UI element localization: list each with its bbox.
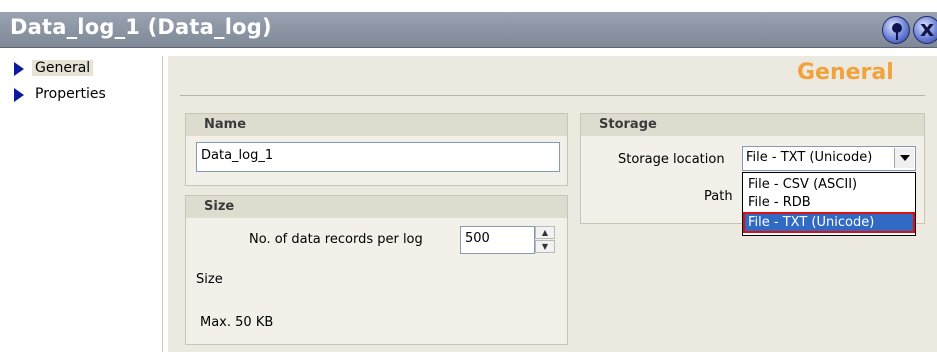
storage-location-select[interactable]: File - TXT (Unicode) <box>742 146 916 171</box>
size-label: Size <box>196 272 223 287</box>
arrow-right-icon <box>14 88 24 102</box>
nav-item-label: Properties <box>35 86 106 102</box>
name-input[interactable]: Data_log_1 <box>196 142 560 172</box>
nav-item-label: General <box>32 60 94 76</box>
dropdown-option-rdb[interactable]: File - RDB <box>745 194 913 211</box>
spin-up-icon[interactable]: ▲ <box>535 226 555 239</box>
section-title: General <box>797 60 894 85</box>
records-per-log-input[interactable]: 500 <box>460 226 535 254</box>
storage-location-label: Storage location <box>618 152 725 167</box>
name-group-header: Name <box>186 114 567 136</box>
storage-location-dropdown[interactable]: File - CSV (ASCII) File - RDB File - TXT… <box>742 172 916 236</box>
max-size-text: Max. 50 KB <box>200 315 274 330</box>
section-divider <box>180 95 925 96</box>
size-group-header: Size <box>186 196 567 218</box>
chevron-down-icon[interactable] <box>894 148 914 168</box>
storage-group-header: Storage <box>581 114 924 136</box>
close-icon[interactable]: x <box>913 16 937 44</box>
navigation-tree: General Properties <box>8 56 163 352</box>
arrow-right-icon <box>14 62 24 76</box>
dropdown-option-txt-unicode[interactable]: File - TXT (Unicode) <box>743 212 915 233</box>
dropdown-option-csv[interactable]: File - CSV (ASCII) <box>745 176 913 193</box>
records-per-log-label: No. of data records per log <box>249 232 423 247</box>
window-title-bar[interactable]: Data_log_1 (Data_log) x <box>0 12 937 48</box>
window-title: Data_log_1 (Data_log) <box>10 15 272 39</box>
records-spinner[interactable]: ▲ ▼ <box>535 226 555 254</box>
path-label: Path <box>704 189 733 204</box>
pin-icon[interactable] <box>882 16 910 44</box>
storage-location-value: File - TXT (Unicode) <box>746 150 873 165</box>
spin-down-icon[interactable]: ▼ <box>535 240 555 253</box>
